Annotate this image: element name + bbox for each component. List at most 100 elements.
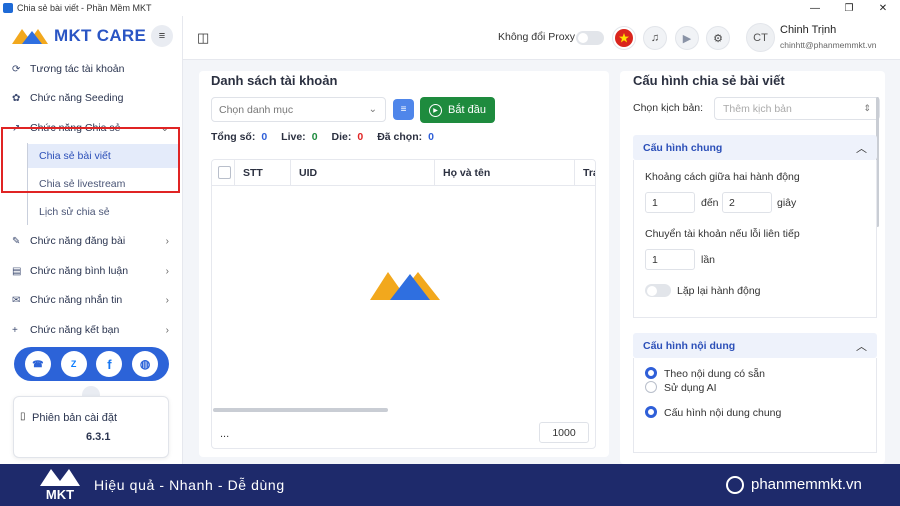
- chevron-up-icon: ︿: [856, 341, 867, 353]
- facebook-icon[interactable]: f: [96, 351, 123, 377]
- empty-state-logo-icon: [370, 272, 440, 300]
- footer-slogan: Hiệu quả - Nhanh - Dễ dùng: [94, 477, 285, 493]
- radio-use-ai[interactable]: [645, 381, 657, 393]
- column-stt[interactable]: STT: [234, 160, 290, 186]
- start-button[interactable]: ▶ Bắt đầu: [420, 97, 495, 123]
- proxy-label: Không đổi Proxy: [498, 31, 576, 43]
- layout-toggle-icon[interactable]: ◫: [197, 30, 209, 46]
- play-icon: ▶: [429, 103, 443, 117]
- repeat-label: Lặp lại hành động: [677, 285, 761, 297]
- accounts-title: Danh sách tài khoản: [211, 73, 338, 88]
- close-icon[interactable]: ✕: [866, 0, 900, 16]
- version-label: Phiên bản cài đặt: [32, 412, 118, 424]
- seconds-label: giây: [777, 197, 797, 209]
- gear-icon[interactable]: ⚙: [706, 26, 730, 50]
- highlight-box: [1, 127, 180, 193]
- category-select[interactable]: Chọn danh mục ⌄: [211, 97, 386, 122]
- menu-toggle-button[interactable]: ≡: [151, 25, 173, 47]
- support-icon[interactable]: ☎: [24, 351, 51, 377]
- account-stats: Tổng số: 0 Live: 0 Die: 0 Đã chọn: 0: [211, 131, 448, 143]
- message-icon: ✉: [12, 294, 21, 306]
- footer-logo-text: MKT: [45, 487, 75, 502]
- radio-general-content[interactable]: [645, 406, 657, 418]
- total-count: 0: [261, 131, 268, 143]
- sidebar-item-label: Chức năng kết bạn: [30, 324, 120, 336]
- sidebar-item-label: Chức năng nhắn tin: [30, 294, 123, 306]
- hamburger-icon: ≡: [158, 30, 166, 42]
- avatar[interactable]: CT: [746, 23, 775, 52]
- updown-icon: ⇕: [863, 103, 871, 113]
- general-config-body: Khoảng cách giữa hai hành động 1 đến 2 g…: [633, 160, 877, 318]
- total-label: Tổng số:: [211, 131, 256, 143]
- category-placeholder: Chọn danh mục: [219, 103, 294, 116]
- pagination-dots: ...: [220, 428, 230, 440]
- minimize-icon[interactable]: —: [798, 0, 832, 16]
- selected-label: Đã chọn:: [377, 131, 423, 143]
- sidebar-item-add-friend[interactable]: + Chức năng kết bạn ›: [0, 317, 183, 343]
- add-friend-icon: +: [12, 324, 18, 336]
- chevron-right-icon: ›: [165, 324, 169, 336]
- chevron-down-icon: ⌄: [368, 104, 377, 115]
- bell-icon[interactable]: ♫: [643, 26, 667, 50]
- sidebar-item-comment[interactable]: ▤ Chức năng bình luận ›: [0, 258, 183, 284]
- general-config-title: Cấu hình chung: [643, 142, 723, 154]
- script-placeholder: Thêm kịch bản: [723, 102, 792, 115]
- horizontal-scrollbar[interactable]: [213, 408, 388, 412]
- app-icon: [3, 3, 13, 13]
- sidebar-item-posting[interactable]: ✎ Chức năng đăng bài ›: [0, 228, 183, 254]
- radio-existing-content[interactable]: [645, 367, 657, 379]
- proxy-toggle[interactable]: [576, 31, 604, 45]
- play-icon[interactable]: ▶: [675, 26, 699, 50]
- chevron-right-icon: ›: [165, 235, 169, 247]
- column-status[interactable]: Trạ: [574, 160, 595, 186]
- chevron-up-icon: ︿: [856, 143, 867, 155]
- live-label: Live:: [281, 131, 306, 143]
- mkt-logo-icon: [12, 29, 48, 44]
- sidebar-item-account-interaction[interactable]: ⟳ Tương tác tài khoản: [0, 56, 183, 82]
- select-all-checkbox[interactable]: [218, 166, 231, 179]
- config-title: Cấu hình chia sẻ bài viết: [633, 73, 785, 88]
- start-label: Bắt đầu: [448, 104, 486, 116]
- sidebar-item-seeding[interactable]: ✿ Chức năng Seeding: [0, 85, 183, 111]
- chevron-right-icon: ›: [165, 294, 169, 306]
- die-count: 0: [357, 131, 364, 143]
- footer-website[interactable]: phanmemmkt.vn: [751, 476, 862, 493]
- window-controls: — ❐ ✕: [798, 0, 900, 16]
- sidebar-item-messaging[interactable]: ✉ Chức năng nhắn tin ›: [0, 287, 183, 313]
- repeat-toggle[interactable]: [645, 284, 671, 297]
- maximize-icon[interactable]: ❐: [832, 0, 866, 16]
- script-label: Chọn kịch bản:: [633, 102, 704, 114]
- sidebar-item-label: Chức năng Seeding: [30, 92, 124, 104]
- version-number: 6.3.1: [86, 431, 111, 443]
- language-flag-icon[interactable]: [612, 26, 636, 50]
- interval-from-input[interactable]: 1: [645, 192, 695, 213]
- social-links: ☎ Z f ◍: [14, 347, 169, 381]
- sidebar-subitem-label: Lịch sử chia sẻ: [39, 206, 110, 218]
- live-count: 0: [311, 131, 318, 143]
- sidebar-subitem-share-history[interactable]: Lịch sử chia sẻ: [28, 200, 178, 224]
- error-times-input[interactable]: 1: [645, 249, 695, 270]
- filter-button[interactable]: ≡: [393, 99, 414, 120]
- user-name: Chinh Trịnh: [780, 24, 837, 36]
- script-select[interactable]: Thêm kịch bản ⇕: [714, 97, 880, 120]
- sidebar: MKT CARE ≡ ⟳ Tương tác tài khoản ✿ Chức …: [0, 16, 183, 464]
- sidebar-item-label: Tương tác tài khoản: [30, 63, 125, 75]
- switch-account-label: Chuyển tài khoản nếu lỗi liên tiếp: [645, 228, 800, 240]
- column-uid[interactable]: UID: [290, 160, 434, 186]
- globe-icon[interactable]: ◍: [132, 351, 159, 377]
- interval-to-input[interactable]: 2: [722, 192, 772, 213]
- sidebar-item-label: Chức năng bình luận: [30, 265, 129, 277]
- page-size-select[interactable]: 1000: [539, 422, 589, 443]
- globe-icon: [726, 476, 744, 494]
- logo-text: MKT CARE: [54, 26, 147, 45]
- version-card: ▯ Phiên bản cài đặt 6.3.1: [13, 396, 169, 458]
- general-config-header[interactable]: Cấu hình chung ︿: [633, 135, 877, 160]
- column-full-name[interactable]: Họ và tên: [434, 160, 574, 186]
- zalo-icon[interactable]: Z: [60, 351, 87, 377]
- user-email: chinhtt@phanmemmkt.vn: [780, 40, 877, 50]
- selected-count: 0: [428, 131, 434, 143]
- window-titlebar: Chia sẻ bài viết - Phần Mềm MKT — ❐ ✕: [0, 0, 900, 16]
- content-config-header[interactable]: Cấu hình nội dung ︿: [633, 333, 877, 358]
- content-config-title: Cấu hình nội dung: [643, 340, 736, 352]
- to-label: đến: [701, 197, 719, 209]
